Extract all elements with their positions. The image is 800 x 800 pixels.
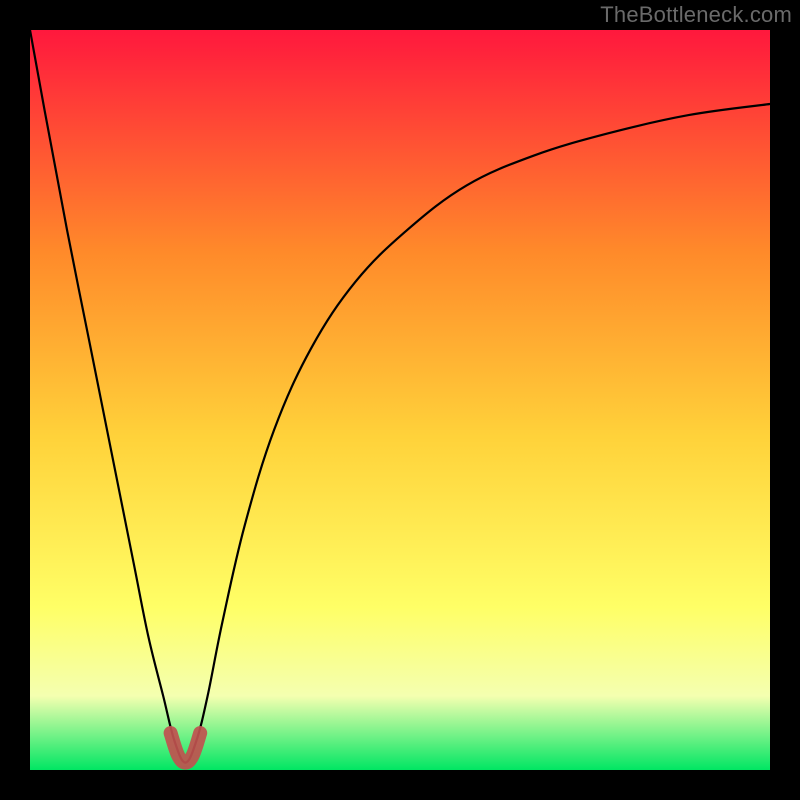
- bottleneck-chart: [30, 30, 770, 770]
- watermark-label: TheBottleneck.com: [600, 2, 792, 28]
- plot-area: [30, 30, 770, 770]
- gradient-background: [30, 30, 770, 770]
- chart-container: TheBottleneck.com: [0, 0, 800, 800]
